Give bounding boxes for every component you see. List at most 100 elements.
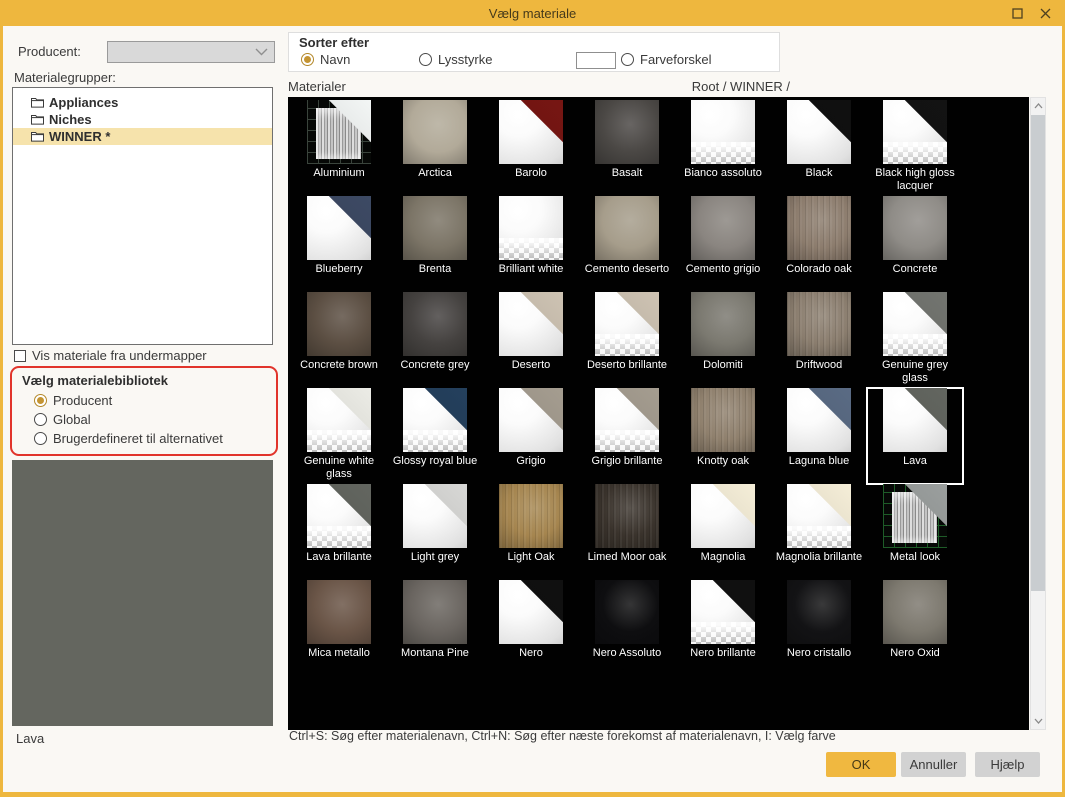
material-tile-laguna-blue[interactable]: Laguna blue (771, 388, 867, 484)
material-tile-lava[interactable]: Lava (867, 388, 963, 484)
material-tile-blueberry[interactable]: Blueberry (291, 196, 387, 292)
material-name: Arctica (389, 167, 481, 180)
material-swatch (883, 388, 947, 452)
material-tile-dolomiti[interactable]: Dolomiti (675, 292, 771, 388)
folder-icon (31, 114, 44, 125)
material-tile-cemento-deserto[interactable]: Cemento deserto (579, 196, 675, 292)
tree-item-niches[interactable]: Niches (13, 111, 272, 128)
sort-radio-lysstyrke[interactable]: Lysstyrke (419, 52, 492, 67)
material-name: Montana Pine (389, 647, 481, 660)
material-swatch (691, 292, 755, 356)
checker-floor (307, 430, 371, 452)
material-swatch (787, 388, 851, 452)
radio-global[interactable]: Global (34, 412, 91, 427)
material-swatch (883, 580, 947, 644)
radio-label: Navn (320, 52, 350, 67)
material-swatch (595, 292, 659, 356)
material-tile-cemento-grigio[interactable]: Cemento grigio (675, 196, 771, 292)
material-swatch (499, 484, 563, 548)
material-tile-driftwood[interactable]: Driftwood (771, 292, 867, 388)
material-tile-concrete-brown[interactable]: Concrete brown (291, 292, 387, 388)
farveforskel-input[interactable] (576, 52, 616, 69)
color-corner (499, 580, 563, 644)
material-swatch (403, 484, 467, 548)
material-groups-tree: Appliances Niches WINNER * (12, 87, 273, 345)
material-tile-aluminium[interactable]: Aluminium (291, 100, 387, 196)
tree-item-appliances[interactable]: Appliances (13, 94, 272, 111)
show-submaterials-checkbox[interactable]: Vis materiale fra undermapper (14, 348, 207, 363)
cancel-button[interactable]: Annuller (901, 752, 966, 777)
material-name: Black (773, 167, 865, 180)
material-tile-concrete[interactable]: Concrete (867, 196, 963, 292)
wood-grain-texture (787, 196, 851, 260)
material-tile-basalt[interactable]: Basalt (579, 100, 675, 196)
sort-radio-navn[interactable]: Navn (301, 52, 350, 67)
material-tile-magnolia[interactable]: Magnolia (675, 484, 771, 580)
material-tile-grigio[interactable]: Grigio (483, 388, 579, 484)
chevron-down-icon (1034, 718, 1043, 724)
material-name: Cemento grigio (677, 263, 769, 276)
material-swatch (691, 100, 755, 164)
material-tile-concrete-grey[interactable]: Concrete grey (387, 292, 483, 388)
material-name: Light grey (389, 551, 481, 564)
sort-radio-farveforskel[interactable]: Farveforskel (621, 52, 712, 67)
material-tile-magnolia-brillante[interactable]: Magnolia brillante (771, 484, 867, 580)
material-tile-nero-cristallo[interactable]: Nero cristallo (771, 580, 867, 676)
material-tile-grigio-brillante[interactable]: Grigio brillante (579, 388, 675, 484)
close-button[interactable] (1031, 0, 1059, 26)
material-swatch (499, 196, 563, 260)
materials-scrollbar[interactable] (1030, 97, 1046, 730)
material-tile-light-grey[interactable]: Light grey (387, 484, 483, 580)
material-tile-mica-metallo[interactable]: Mica metallo (291, 580, 387, 676)
material-tile-knotty-oak[interactable]: Knotty oak (675, 388, 771, 484)
material-tile-black-high-gloss-lacquer[interactable]: Black high gloss lacquer (867, 100, 963, 196)
color-corner (691, 484, 755, 548)
material-tile-nero-assoluto[interactable]: Nero Assoluto (579, 580, 675, 676)
material-name: Concrete grey (389, 359, 481, 372)
radio-brugerdefineret[interactable]: Brugerdefineret til alternativet (34, 431, 223, 446)
material-tile-barolo[interactable]: Barolo (483, 100, 579, 196)
material-swatch (403, 292, 467, 356)
material-tile-genuine-white-glass[interactable]: Genuine white glass (291, 388, 387, 484)
color-corner (787, 388, 851, 452)
material-tile-nero-brillante[interactable]: Nero brillante (675, 580, 771, 676)
chevron-up-icon (1034, 103, 1043, 109)
material-tile-genuine-grey-glass[interactable]: Genuine grey glass (867, 292, 963, 388)
material-name: Nero cristallo (773, 647, 865, 660)
material-tile-nero[interactable]: Nero (483, 580, 579, 676)
producent-dropdown[interactable] (107, 41, 275, 63)
material-tile-light-oak[interactable]: Light Oak (483, 484, 579, 580)
material-tile-brilliant-white[interactable]: Brilliant white (483, 196, 579, 292)
radio-producent[interactable]: Producent (34, 393, 112, 408)
scrollbar-thumb[interactable] (1031, 115, 1045, 591)
material-tile-deserto-brillante[interactable]: Deserto brillante (579, 292, 675, 388)
checker-floor (691, 622, 755, 644)
material-tile-lava-brillante[interactable]: Lava brillante (291, 484, 387, 580)
help-button[interactable]: Hjælp (975, 752, 1040, 777)
material-swatch (595, 196, 659, 260)
maximize-button[interactable] (1003, 0, 1031, 26)
scroll-down-button[interactable] (1031, 713, 1045, 729)
checker-floor (595, 430, 659, 452)
material-tile-nero-oxid[interactable]: Nero Oxid (867, 580, 963, 676)
material-tile-bianco-assoluto[interactable]: Bianco assoluto (675, 100, 771, 196)
material-name: Blueberry (293, 263, 385, 276)
material-swatch (787, 100, 851, 164)
material-swatch (499, 292, 563, 356)
material-tile-deserto[interactable]: Deserto (483, 292, 579, 388)
material-name: Nero brillante (677, 647, 769, 660)
material-tile-arctica[interactable]: Arctica (387, 100, 483, 196)
material-tile-black[interactable]: Black (771, 100, 867, 196)
material-swatch (787, 196, 851, 260)
checkbox-label: Vis materiale fra undermapper (32, 348, 207, 363)
material-tile-colorado-oak[interactable]: Colorado oak (771, 196, 867, 292)
scroll-up-button[interactable] (1031, 98, 1045, 114)
tree-item-winner[interactable]: WINNER * (13, 128, 272, 145)
material-tile-montana-pine[interactable]: Montana Pine (387, 580, 483, 676)
radio-label: Lysstyrke (438, 52, 492, 67)
material-tile-limed-moor-oak[interactable]: Limed Moor oak (579, 484, 675, 580)
material-tile-metal-look[interactable]: Metal look (867, 484, 963, 580)
material-tile-brenta[interactable]: Brenta (387, 196, 483, 292)
ok-button[interactable]: OK (826, 752, 896, 777)
material-tile-glossy-royal-blue[interactable]: Glossy royal blue (387, 388, 483, 484)
